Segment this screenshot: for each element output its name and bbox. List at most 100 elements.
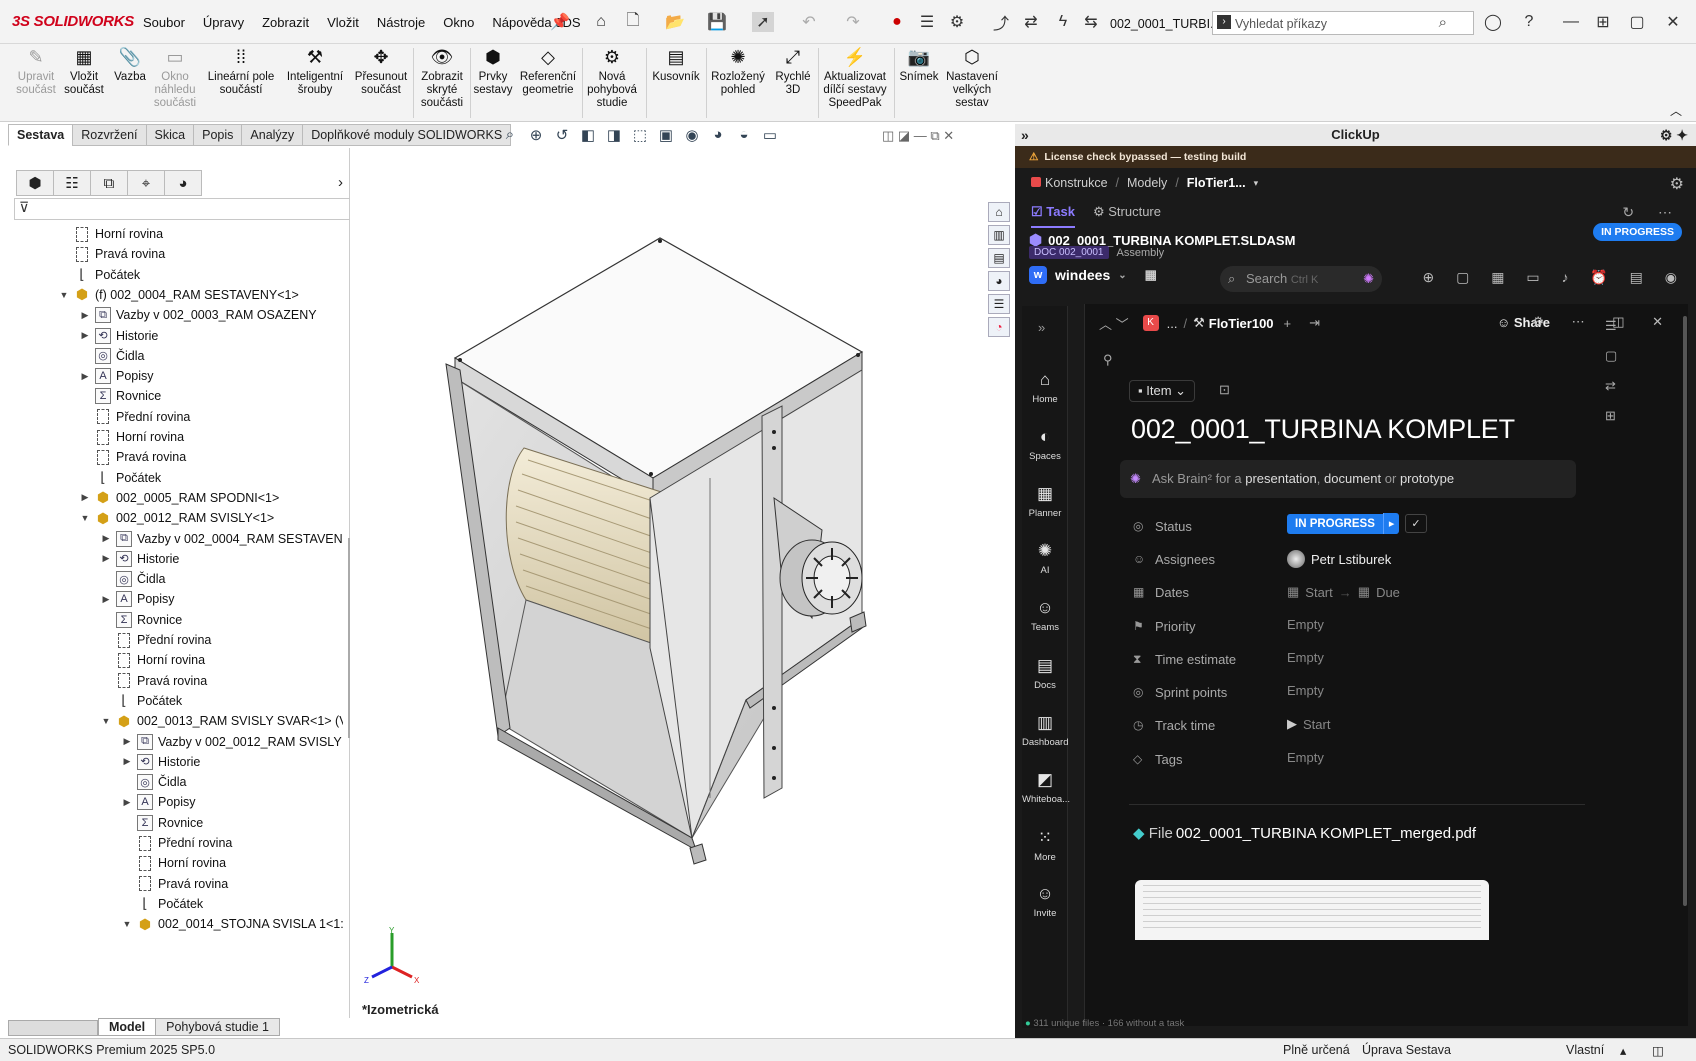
chevron-down-icon[interactable]: ▾ (1254, 178, 1259, 189)
tab-structure[interactable]: ⚙ Structure (1093, 204, 1161, 228)
tree-row[interactable]: Horní rovina (121, 853, 226, 873)
tree-row[interactable]: ▶ ⟲ Historie (79, 326, 158, 346)
configuration-manager-tab-icon[interactable]: ⧉ (90, 170, 128, 196)
menu-zobrazit[interactable]: Zobrazit (262, 15, 309, 30)
task-actions-icons[interactable]: ⚙ ⋯ ◫ ✕ (1532, 314, 1675, 330)
lightning-icon[interactable]: ϟ (1052, 12, 1074, 32)
tree-row[interactable]: Horní rovina (100, 650, 205, 670)
collapse-arrow-icon[interactable]: ▼ (58, 290, 70, 300)
file-properties-icon[interactable]: ☰ (916, 12, 938, 32)
design-library-icon[interactable]: ▥ (988, 225, 1010, 245)
tree-row[interactable]: Přední rovina (79, 407, 190, 427)
priority-value[interactable]: Empty (1287, 617, 1324, 632)
tree-row[interactable]: ◎ Čidla (79, 346, 145, 366)
complete-check-icon[interactable]: ✓ (1405, 514, 1427, 533)
tab-sestava[interactable]: Sestava (8, 124, 74, 146)
expand-arrow-icon[interactable]: ▶ (121, 736, 133, 747)
nav-dashboard[interactable]: ▥ Dashboard (1022, 713, 1068, 748)
tab-popis[interactable]: Popis (193, 124, 243, 146)
tab-addins[interactable]: Doplňkové moduly SOLIDWORKS (302, 124, 512, 146)
nav-more[interactable]: ⁙ More (1022, 828, 1068, 863)
settings-gear-icon[interactable]: ⚙ (1670, 174, 1684, 194)
tree-row[interactable]: Σ Rovnice (79, 386, 161, 406)
pane-settings-icon[interactable]: ⚙ ✦ (1660, 124, 1688, 146)
instant3d-button[interactable]: ⤢ Rychlé 3D (772, 46, 814, 97)
status-button[interactable]: IN PROGRESS ▸ ✓ (1287, 513, 1427, 534)
brain-prototype-link[interactable]: prototype (1400, 471, 1454, 486)
tree-row[interactable]: ▼ ⬢ 002_0014_STOJNA SVISLA 1<1: (121, 914, 343, 934)
nav-spaces[interactable]: ◐ Spaces (1022, 427, 1068, 462)
item-type-select[interactable]: ▪ Item ⌄ (1129, 380, 1196, 402)
tree-row[interactable]: Horní rovina (79, 427, 184, 447)
sprint-points-value[interactable]: Empty (1287, 683, 1324, 698)
expand-arrow-icon[interactable]: ▶ (121, 797, 133, 808)
property-manager-tab-icon[interactable]: ☷ (53, 170, 91, 196)
display-manager-tab-icon[interactable]: ◕ (164, 170, 202, 196)
bom-button[interactable]: ▤ Kusovník (650, 46, 702, 84)
tab-scroll-buttons[interactable] (8, 1020, 98, 1036)
linear-pattern-button[interactable]: ⁞⁞ Lineární pole součástí (204, 46, 278, 97)
viewport-controls-icon[interactable]: ◫ ◪ ― ⧉ ✕ (882, 128, 954, 144)
zoom-to-area-icon[interactable]: ⊕ (526, 126, 546, 144)
tree-row[interactable]: ▼ ⬢ 002_0013_RAM SVISLY SVAR<1> (V (100, 711, 343, 731)
links-icon[interactable]: ⇄ (1605, 378, 1617, 394)
speedpak-button[interactable]: ⚡ Aktualizovat dílčí sestavy SpeedPak (820, 46, 890, 110)
task-id-icon[interactable]: ⊡ (1219, 382, 1230, 398)
custom-properties-icon[interactable]: ☰ (988, 294, 1010, 314)
new-document-icon[interactable]: 🗋 (622, 12, 644, 32)
details-icon[interactable]: ☰ (1605, 318, 1617, 334)
nav-invite[interactable]: ☺ Invite (1022, 884, 1068, 919)
expand-panel-icon[interactable]: › (338, 174, 343, 191)
add-icon[interactable]: + (1284, 316, 1292, 331)
brain-document-link[interactable]: document (1324, 471, 1381, 486)
nav-planner[interactable]: ▦ Planner (1022, 484, 1068, 519)
expand-sidebar-icon[interactable]: » (1038, 320, 1045, 335)
nav-ai[interactable]: ✺ AI (1022, 541, 1068, 576)
refresh-more-icons[interactable]: ↻ ⋯ (1622, 204, 1682, 221)
tree-row[interactable]: ▶ ⬢ 002_0005_RAM SPODNI<1> (79, 488, 280, 508)
view-settings-icon[interactable]: ▭ (760, 126, 780, 144)
tree-row[interactable]: ▶ ⟲ Historie (100, 549, 179, 569)
home-icon[interactable]: ⌂ (590, 12, 612, 32)
breadcrumb-konstrukce[interactable]: Konstrukce (1031, 176, 1108, 190)
tree-row[interactable]: Σ Rovnice (100, 610, 182, 630)
tree-row[interactable]: Pravá rovina (79, 447, 186, 467)
nav-docs[interactable]: ▤ Docs (1022, 656, 1068, 691)
move-component-button[interactable]: ✥ Přesunout součást (352, 46, 410, 97)
tree-row[interactable]: ▶ A Popisy (121, 792, 196, 812)
minimize-icon[interactable]: — (1560, 12, 1582, 32)
tab-skica[interactable]: Skica (145, 124, 195, 146)
tab-model[interactable]: Model (98, 1018, 157, 1036)
close-icon[interactable]: ✕ (1662, 12, 1684, 32)
document-switch-icon[interactable]: ⇆ (1080, 12, 1102, 32)
breadcrumb-flotier[interactable]: FloTier1... (1187, 176, 1246, 190)
large-assembly-button[interactable]: ⬡ Nastavení velkých sestav (944, 46, 1000, 110)
graphics-area[interactable] (350, 148, 1010, 1018)
traffic-light-icon[interactable]: ● (886, 12, 908, 32)
chevron-up-icon[interactable]: ▴ (1620, 1043, 1626, 1058)
redo-icon[interactable]: ↷ (842, 12, 864, 32)
list-name[interactable]: FloTier100 (1209, 316, 1274, 331)
insert-component-button[interactable]: ▦ Vložit součást (60, 46, 108, 97)
tree-row[interactable]: Pravá rovina (121, 874, 228, 894)
tab-analyzy[interactable]: Analýzy (241, 124, 304, 146)
expand-arrow-icon[interactable]: ▶ (100, 553, 112, 564)
tree-row[interactable]: Horní rovina (58, 224, 163, 244)
scenes-icon[interactable]: ◒ (734, 126, 754, 144)
time-estimate-value[interactable]: Empty (1287, 650, 1324, 665)
quick-action-icons[interactable]: ⊕ ▢ ▦ ▭ ♪ ⏰ ▤ ◉ (1422, 269, 1686, 286)
share-icon[interactable]: ⤴ (990, 12, 1012, 33)
breadcrumb-modely[interactable]: Modely (1127, 176, 1167, 190)
tree-row[interactable]: ▶ A Popisy (100, 589, 175, 609)
preview-window-button[interactable]: ▭ Okno náhledu součásti (150, 46, 200, 110)
menu-okno[interactable]: Okno (443, 15, 474, 30)
tree-row[interactable]: ⌊ Počátek (79, 468, 161, 488)
tree-row[interactable]: ⌊ Počátek (121, 894, 203, 914)
turbine-assembly-model[interactable] (350, 148, 1010, 1018)
ask-brain-prompt[interactable]: ✺ Ask Brain² for a presentation, documen… (1120, 460, 1576, 498)
tree-row[interactable]: ◎ Čidla (121, 772, 187, 792)
solidworks-resources-icon[interactable]: ⌂ (988, 202, 1010, 222)
clickup-search-input[interactable]: ⌕ Search Ctrl K ✺ (1220, 266, 1382, 292)
brain-presentation-link[interactable]: presentation (1245, 471, 1317, 486)
move-icon[interactable]: ⇥ (1309, 315, 1320, 331)
